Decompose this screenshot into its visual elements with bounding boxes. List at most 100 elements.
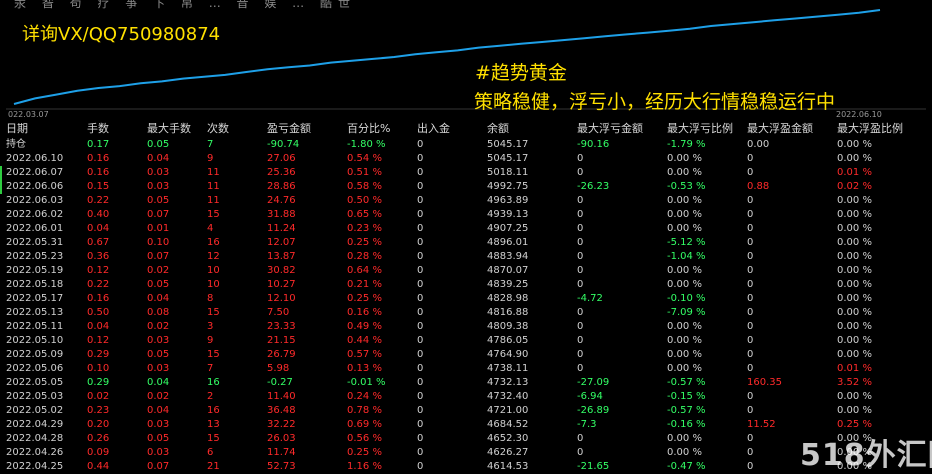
table-row[interactable]: 2022.05.09 0.29 0.05 15 26.79 0.57 % 0 4764.90 0… xyxy=(0,348,932,362)
table-cell: 0.40 xyxy=(87,209,110,220)
table-cell: 0 xyxy=(417,139,424,150)
table-row[interactable]: 2022.06.10 0.16 0.04 9 27.06 0.54 % 0 5045.17 0 0… xyxy=(0,152,932,166)
column-header[interactable]: 最大浮盈比例 xyxy=(837,121,903,137)
column-header[interactable]: 盈亏金额 xyxy=(267,121,311,137)
table-cell: 5.98 xyxy=(267,363,290,374)
table-row[interactable]: 2022.04.28 0.26 0.05 15 26.03 0.56 % 0 4652.30 0… xyxy=(0,432,932,446)
table-cell: 0.58 % xyxy=(347,181,382,192)
table-cell: 0.25 % xyxy=(347,447,382,458)
column-header[interactable]: 最大浮亏金额 xyxy=(577,121,643,137)
column-header[interactable]: 最大手数 xyxy=(147,121,191,137)
table-row[interactable]: 2022.06.07 0.16 0.03 11 25.36 0.51 % 0 5018.11 0… xyxy=(0,166,932,180)
column-header[interactable]: 最大浮盈金额 xyxy=(747,121,813,137)
table-cell: 0.02 xyxy=(147,265,170,276)
column-header[interactable]: 日期 xyxy=(6,121,28,137)
table-cell: 2022.04.28 xyxy=(6,433,64,444)
table-cell: 10 xyxy=(207,265,220,276)
column-header[interactable]: 出入金 xyxy=(417,121,450,137)
table-cell: 160.35 xyxy=(747,377,782,388)
table-cell: 0 xyxy=(747,405,754,416)
top-menu-strip[interactable]: 汞 昝 苟 疗 亊 卞 帛 … 音 娱 … 酷世 xyxy=(14,0,356,11)
table-cell: 0 xyxy=(417,223,424,234)
table-cell: 2022.06.01 xyxy=(6,223,64,234)
table-cell: 12 xyxy=(207,251,220,262)
table-row[interactable]: 2022.04.25 0.44 0.07 21 52.73 1.16 % 0 4614.53 -… xyxy=(0,460,932,474)
table-cell: 12.07 xyxy=(267,237,296,248)
table-cell: 0.00 % xyxy=(667,279,702,290)
table-cell: -0.16 % xyxy=(667,419,706,430)
column-header[interactable]: 手数 xyxy=(87,121,109,137)
row-marker xyxy=(0,180,2,194)
table-row[interactable]: 2022.05.02 0.23 0.04 16 36.48 0.78 % 0 4721.00 -… xyxy=(0,404,932,418)
table-row[interactable]: 2022.04.26 0.09 0.03 6 11.74 0.25 % 0 4626.27 0 0… xyxy=(0,446,932,460)
column-header[interactable]: 余额 xyxy=(487,121,509,137)
table-row[interactable]: 2022.06.03 0.22 0.05 11 24.76 0.50 % 0 4963.89 0… xyxy=(0,194,932,208)
table-cell: 36.48 xyxy=(267,405,296,416)
site-watermark: 518外汇网 xyxy=(800,438,932,473)
table-row[interactable]: 2022.05.19 0.12 0.02 10 30.82 0.64 % 0 4870.07 0… xyxy=(0,264,932,278)
table-cell: 2022.06.03 xyxy=(6,195,64,206)
table-row[interactable]: 2022.05.31 0.67 0.10 16 12.07 0.25 % 0 4896.01 0… xyxy=(0,236,932,250)
table-cell: 0 xyxy=(577,363,584,374)
table-cell: 0 xyxy=(577,153,584,164)
table-cell: 0.64 % xyxy=(347,265,382,276)
table-row[interactable]: 2022.05.03 0.02 0.02 2 11.40 0.24 % 0 4732.40 -6… xyxy=(0,390,932,404)
table-cell: 0.02 xyxy=(147,321,170,332)
table-cell: 0 xyxy=(417,153,424,164)
table-cell: 0 xyxy=(577,307,584,318)
table-cell: 0 xyxy=(577,265,584,276)
table-cell: 0.01 xyxy=(147,223,170,234)
table-row[interactable]: 2022.04.29 0.20 0.03 13 32.22 0.69 % 0 4684.52 -… xyxy=(0,418,932,432)
table-cell: 0.00 % xyxy=(837,293,872,304)
table-row[interactable]: 2022.05.17 0.16 0.04 8 12.10 0.25 % 0 4828.98 -4… xyxy=(0,292,932,306)
table-row[interactable]: 2022.05.06 0.10 0.03 7 5.98 0.13 % 0 4738.11 0 0.… xyxy=(0,362,932,376)
table-row[interactable]: 2022.05.23 0.36 0.07 12 13.87 0.28 % 0 4883.94 0… xyxy=(0,250,932,264)
table-cell: 0 xyxy=(577,195,584,206)
table-cell: 0.03 xyxy=(147,419,170,430)
table-cell: 6 xyxy=(207,447,214,458)
table-cell: 4652.30 xyxy=(487,433,529,444)
table-cell: 0.05 xyxy=(147,195,170,206)
table-cell: 4896.01 xyxy=(487,237,529,248)
table-cell: 0 xyxy=(417,363,424,374)
table-row[interactable]: 2022.05.13 0.50 0.08 15 7.50 0.16 % 0 4816.88 0 -… xyxy=(0,306,932,320)
table-row[interactable]: 2022.05.18 0.22 0.05 10 10.27 0.21 % 0 4839.25 0… xyxy=(0,278,932,292)
table-cell: 0.25 % xyxy=(347,237,382,248)
table-cell: -0.53 % xyxy=(667,181,706,192)
table-cell: 0 xyxy=(747,293,754,304)
table-row[interactable]: 2022.05.10 0.12 0.03 9 21.15 0.44 % 0 4786.05 0 0… xyxy=(0,334,932,348)
table-cell: 0 xyxy=(417,293,424,304)
table-cell: 27.06 xyxy=(267,153,296,164)
table-cell: 15 xyxy=(207,349,220,360)
table-cell: 0 xyxy=(417,237,424,248)
table-cell: 24.76 xyxy=(267,195,296,206)
table-row[interactable]: 2022.06.01 0.04 0.01 4 11.24 0.23 % 0 4907.25 0 0… xyxy=(0,222,932,236)
table-cell: 2022.05.17 xyxy=(6,293,64,304)
table-cell: 0.69 % xyxy=(347,419,382,430)
table-cell: 0 xyxy=(747,153,754,164)
table-cell: 0 xyxy=(417,391,424,402)
table-cell: 0 xyxy=(417,433,424,444)
table-cell: 0 xyxy=(747,209,754,220)
table-cell: 11 xyxy=(207,167,220,178)
column-header[interactable]: 最大浮亏比例 xyxy=(667,121,733,137)
table-cell: 0 xyxy=(577,433,584,444)
column-header[interactable]: 次数 xyxy=(207,121,229,137)
table-cell: 4684.52 xyxy=(487,419,529,430)
table-cell: 0 xyxy=(747,307,754,318)
table-cell: 0 xyxy=(577,349,584,360)
table-cell: 0.00 % xyxy=(837,153,872,164)
table-cell: -1.79 % xyxy=(667,139,706,150)
table-cell: -1.04 % xyxy=(667,251,706,262)
table-row[interactable]: 2022.05.11 0.04 0.02 3 23.33 0.49 % 0 4809.38 0 0… xyxy=(0,320,932,334)
strategy-tag: #趋势黄金 xyxy=(475,62,567,84)
table-row[interactable]: 2022.05.05 0.29 0.04 16 -0.27 -0.01 % 0 4732.13… xyxy=(0,376,932,390)
position-row[interactable]: 持仓 0.17 0.05 7 -90.74 -1.80 % 0 5045.17 -90.16 -1… xyxy=(0,137,932,152)
table-row[interactable]: 2022.06.06 0.15 0.03 11 28.86 0.58 % 0 4992.75 -… xyxy=(0,180,932,194)
table-cell: 0.16 xyxy=(87,293,110,304)
column-header[interactable]: 百分比% xyxy=(347,121,390,137)
table-cell: 0.00 % xyxy=(667,209,702,220)
table-row[interactable]: 2022.06.02 0.40 0.07 15 31.88 0.65 % 0 4939.13 0… xyxy=(0,208,932,222)
table-cell: 31.88 xyxy=(267,209,296,220)
table-cell: -21.65 xyxy=(577,461,610,472)
